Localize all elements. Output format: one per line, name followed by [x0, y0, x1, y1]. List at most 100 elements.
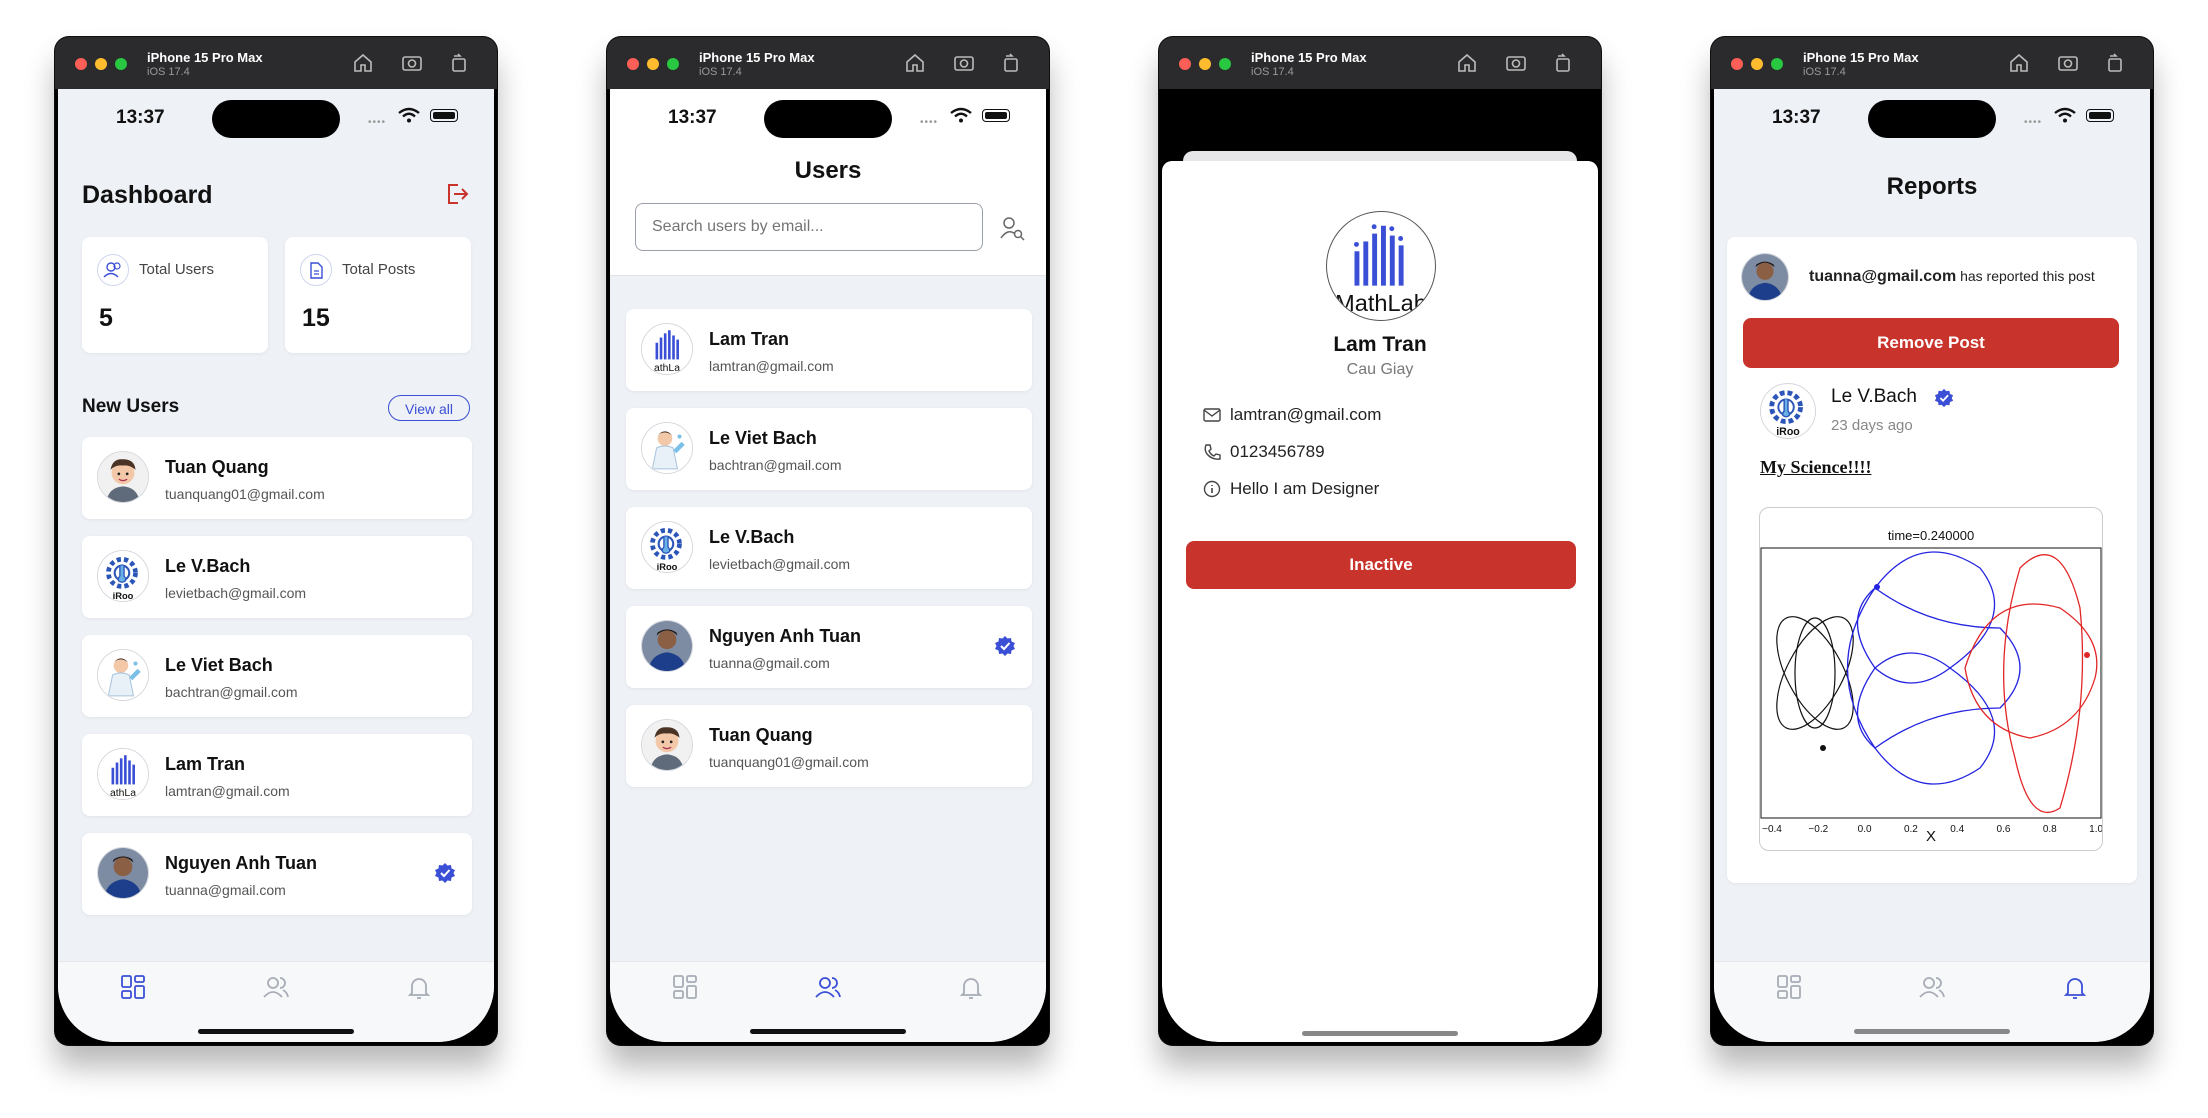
- user-row[interactable]: athLa Lam Tran lamtran@gmail.com: [82, 734, 472, 816]
- user-name: Lam Tran: [709, 329, 790, 349]
- users-icon: [97, 254, 129, 286]
- tab-users[interactable]: [813, 972, 843, 1002]
- zoom-window-button[interactable]: [1219, 58, 1231, 70]
- status-bar: 13:37 ••••: [58, 89, 494, 149]
- screenshot-icon[interactable]: [401, 52, 423, 74]
- tab-users[interactable]: [261, 972, 291, 1002]
- stat-label: Total Posts: [342, 261, 416, 278]
- zoom-window-button[interactable]: [115, 58, 127, 70]
- tab-dashboard[interactable]: [118, 972, 148, 1002]
- simulator-window-user-detail: iPhone 15 Pro Max iOS 17.4 MathLab Lam T…: [1159, 37, 1601, 1045]
- screenshot-icon[interactable]: [1505, 52, 1527, 74]
- author-time: 23 days ago: [1831, 417, 1913, 434]
- user-email: lamtran@gmail.com: [709, 358, 834, 374]
- user-email: bachtran@gmail.com: [709, 457, 842, 473]
- rotate-icon[interactable]: [448, 52, 470, 74]
- screen-users: 13:37 •••• Users athLa Lam Tran lamtran@gm…: [610, 89, 1046, 1042]
- simulator-os-version: iOS 17.4: [1803, 66, 1846, 78]
- verified-badge-icon: [434, 862, 456, 884]
- user-email: tuanquang01@gmail.com: [709, 754, 869, 770]
- user-name: Le V.Bach: [709, 527, 795, 547]
- dashboard-icon: [121, 975, 145, 999]
- svg-text:iRoo: iRoo: [113, 591, 134, 601]
- simulator-window-reports: iPhone 15 Pro Max iOS 17.4 13:37 •••• Re…: [1711, 37, 2153, 1045]
- phone-icon: [1202, 442, 1222, 462]
- bell-icon: [959, 978, 983, 999]
- stat-value: 5: [99, 304, 113, 332]
- screenshot-icon[interactable]: [953, 52, 975, 74]
- users-icon: [815, 977, 841, 998]
- user-row[interactable]: iRoo Le V.Bach levietbach@gmail.com: [626, 507, 1032, 589]
- user-row[interactable]: Nguyen Anh Tuan tuanna@gmail.com: [82, 833, 472, 915]
- reporter-email: tuanna@gmail.com: [1809, 268, 1957, 285]
- minimize-window-button[interactable]: [647, 58, 659, 70]
- signal-icon: ••••: [2024, 117, 2043, 128]
- page-title: Users: [794, 157, 862, 184]
- bell-icon: [407, 978, 431, 999]
- user-row[interactable]: Tuan Quang tuanquang01@gmail.com: [626, 705, 1032, 787]
- tab-notifications[interactable]: [404, 972, 434, 1002]
- minimize-window-button[interactable]: [1199, 58, 1211, 70]
- tab-dashboard[interactable]: [670, 972, 700, 1002]
- logout-icon[interactable]: [444, 181, 470, 207]
- tab-bar: [58, 961, 494, 1042]
- user-row[interactable]: iRoo Le V.Bach levietbach@gmail.com: [82, 536, 472, 618]
- home-icon[interactable]: [1456, 52, 1478, 74]
- home-icon[interactable]: [352, 52, 374, 74]
- author-name: Le V.Bach: [1831, 386, 1917, 407]
- home-icon[interactable]: [904, 52, 926, 74]
- tab-notifications[interactable]: [2060, 972, 2090, 1002]
- inactive-button[interactable]: Inactive: [1186, 541, 1576, 589]
- search-input[interactable]: [635, 203, 983, 251]
- minimize-window-button[interactable]: [1751, 58, 1763, 70]
- home-icon[interactable]: [2008, 52, 2030, 74]
- red-orbit: [1964, 554, 2098, 814]
- cartoon-man-avatar: [97, 451, 149, 503]
- close-window-button[interactable]: [1731, 58, 1743, 70]
- user-row[interactable]: Tuan Quang tuanquang01@gmail.com: [82, 437, 472, 519]
- document-icon: [300, 254, 332, 286]
- section-title-new-users: New Users: [82, 396, 180, 417]
- close-window-button[interactable]: [1179, 58, 1191, 70]
- tab-notifications[interactable]: [956, 972, 986, 1002]
- user-row[interactable]: athLa Lam Tran lamtran@gmail.com: [626, 309, 1032, 391]
- simulator-device-name: iPhone 15 Pro Max: [1251, 50, 1367, 65]
- gear-logo-avatar: iRoo: [97, 550, 149, 602]
- photo-man-icon: [1742, 254, 1788, 300]
- zoom-window-button[interactable]: [667, 58, 679, 70]
- screenshot-icon[interactable]: [2057, 52, 2079, 74]
- post-title: My Science!!!!: [1760, 457, 1872, 477]
- tab-users[interactable]: [1917, 972, 1947, 1002]
- black-orbit: [1776, 616, 1854, 730]
- user-row[interactable]: Le Viet Bach bachtran@gmail.com: [626, 408, 1032, 490]
- minimize-window-button[interactable]: [95, 58, 107, 70]
- simulator-os-version: iOS 17.4: [1251, 66, 1294, 78]
- user-row[interactable]: Le Viet Bach bachtran@gmail.com: [82, 635, 472, 717]
- user-name: Le Viet Bach: [165, 655, 273, 675]
- page-title: Reports: [1886, 173, 1978, 200]
- rotate-icon[interactable]: [1000, 52, 1022, 74]
- search-user-icon[interactable]: [998, 214, 1026, 242]
- simulator-toolbar: iPhone 15 Pro Max iOS 17.4: [1711, 37, 2153, 89]
- home-indicator: [198, 1029, 354, 1034]
- rotate-icon[interactable]: [2104, 52, 2126, 74]
- user-detail-sheet: MathLab Lam Tran Cau Giay lamtran@gmail.…: [1162, 161, 1598, 1042]
- simulator-window-users: iPhone 15 Pro Max iOS 17.4 13:37 •••• Us…: [607, 37, 1049, 1045]
- dynamic-island: [764, 100, 892, 138]
- battery-icon: [982, 109, 1010, 122]
- rotate-icon[interactable]: [1552, 52, 1574, 74]
- status-time: 13:37: [668, 107, 717, 128]
- orbit-plot: −0.4 −0.2 0.0 0.2 0.4 0.6 0.8 1.0: [1760, 547, 2102, 835]
- users-icon: [1919, 977, 1945, 998]
- user-row[interactable]: Nguyen Anh Tuan tuanna@gmail.com: [626, 606, 1032, 688]
- zoom-window-button[interactable]: [1771, 58, 1783, 70]
- view-all-button[interactable]: View all: [388, 395, 470, 421]
- status-bar: 13:37 ••••: [610, 89, 1046, 149]
- close-window-button[interactable]: [75, 58, 87, 70]
- tab-dashboard[interactable]: [1774, 972, 1804, 1002]
- users-icon: [263, 977, 289, 998]
- tab-bar: [1714, 961, 2150, 1042]
- gear-logo-avatar: iRoo: [641, 521, 693, 573]
- remove-post-button[interactable]: Remove Post: [1743, 318, 2119, 368]
- close-window-button[interactable]: [627, 58, 639, 70]
